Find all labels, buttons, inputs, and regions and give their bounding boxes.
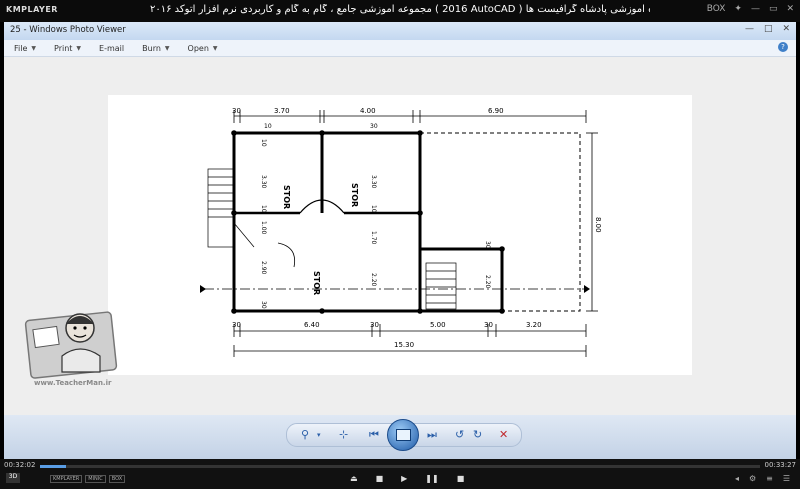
dim-label: 3.20 xyxy=(526,321,542,329)
dim-label: 30 xyxy=(370,123,378,130)
help-icon[interactable]: ? xyxy=(778,42,788,52)
teacherman-logo xyxy=(24,311,118,379)
equalizer-icon[interactable]: ≡ xyxy=(766,474,773,483)
restore-icon[interactable]: ▭ xyxy=(769,4,778,14)
dim-label: 2.20 xyxy=(370,273,377,287)
dim-label: 2.90 xyxy=(260,261,267,275)
kmplayer-logo: KMPLAYER xyxy=(6,5,58,14)
room-label: STOR xyxy=(282,185,291,209)
badge[interactable]: MINIC xyxy=(85,475,106,483)
menu-burn-label: Burn xyxy=(142,43,161,53)
photo-viewer-window: 25 - Windows Photo Viewer — □ ✕ File ▼ Pr… xyxy=(4,22,796,459)
eject-icon[interactable]: ⏏ xyxy=(350,474,358,483)
photo-viewer-window-buttons: — □ ✕ xyxy=(745,24,790,34)
player-control-bar: 00:32:02 00:33:27 3D KMPLAYER MINIC BOX … xyxy=(0,459,800,489)
chevron-down-icon: ▼ xyxy=(76,44,82,52)
menu-burn[interactable]: Burn ▼ xyxy=(142,44,169,53)
dim-label: 5.00 xyxy=(430,321,446,329)
playlist-icon[interactable]: ☰ xyxy=(783,474,790,483)
dim-label: 3.70 xyxy=(274,107,290,115)
dim-label: 3.30 xyxy=(260,175,267,189)
actual-size-icon[interactable]: ⊹ xyxy=(339,428,348,441)
toolbar-button-group: ⚲ ▾ ⊹ ⏮ ⏭ ↺ ↻ ✕ xyxy=(286,419,522,451)
dim-label: 10 xyxy=(264,123,272,130)
pause-icon[interactable]: ❚❚ xyxy=(425,474,438,483)
next-icon[interactable]: ⏭ xyxy=(427,428,437,442)
chevron-down-icon: ▼ xyxy=(164,44,170,52)
photo-viewer-title: 25 - Windows Photo Viewer xyxy=(10,25,126,35)
menu-open-label: Open xyxy=(187,43,209,53)
menu-open[interactable]: Open ▼ xyxy=(188,44,218,53)
badge[interactable]: KMPLAYER xyxy=(50,475,83,483)
dim-label: 30 xyxy=(260,301,267,309)
dim-label: 30 xyxy=(484,321,493,329)
zoom-icon[interactable]: ⚲ xyxy=(301,428,309,441)
play-icon[interactable]: ▶ xyxy=(401,474,407,483)
overall-width-label: 15.30 xyxy=(394,341,414,349)
menu-file[interactable]: File ▼ xyxy=(14,44,36,53)
delete-icon[interactable]: ✕ xyxy=(499,428,508,441)
player-right-icons: ◂ ⚙ ≡ ☰ xyxy=(735,474,790,483)
overall-height-label: 8.00 xyxy=(594,217,602,233)
dim-label: 30 xyxy=(370,321,379,329)
maximize-icon[interactable]: □ xyxy=(764,24,773,34)
pin-icon[interactable]: ✦ xyxy=(734,4,742,14)
dim-label: 10 xyxy=(370,205,377,213)
settings-icon[interactable]: ⚙ xyxy=(749,474,756,483)
photo-viewer-titlebar: 25 - Windows Photo Viewer — □ ✕ xyxy=(4,22,796,40)
time-total: 00:33:27 xyxy=(764,461,796,469)
player-window-controls: BOX ✦ — ▭ ✕ xyxy=(707,4,794,14)
box-label[interactable]: BOX xyxy=(707,4,726,14)
seek-slider[interactable] xyxy=(40,465,760,468)
video-title: مجموعه آموزشی جامع ، گام به گام و کاربرد… xyxy=(150,4,650,15)
menu-print[interactable]: Print ▼ xyxy=(54,44,81,53)
badge[interactable]: BOX xyxy=(108,475,126,483)
slideshow-icon xyxy=(396,429,411,441)
previous-icon[interactable]: ⏮ xyxy=(369,428,379,442)
chevron-down-icon: ▼ xyxy=(212,44,218,52)
dim-label: 10 xyxy=(260,139,267,147)
minimize-icon[interactable]: — xyxy=(745,24,754,34)
volume-icon[interactable]: ◂ xyxy=(735,474,739,483)
player-badges: KMPLAYER MINIC BOX xyxy=(50,475,126,483)
stop-icon[interactable]: ■ xyxy=(376,474,384,483)
menu-print-label: Print xyxy=(54,43,73,53)
dim-label: 3.30 xyxy=(370,175,377,189)
time-elapsed: 00:32:02 xyxy=(4,461,36,469)
kmp-icon[interactable]: 3D xyxy=(6,473,20,483)
menu-email-label: E-mail xyxy=(99,43,125,53)
close-icon[interactable]: ✕ xyxy=(782,24,790,34)
dim-label: 4.00 xyxy=(360,107,376,115)
rotate-left-icon[interactable]: ↺ xyxy=(455,428,464,441)
menu-file-label: File xyxy=(14,43,28,53)
slideshow-button[interactable] xyxy=(387,419,419,451)
floor-plan-image: 30 3.70 10 4.00 30 6.90 STOR STOR STOR 3… xyxy=(108,95,692,375)
floor-plan-drawing: 30 3.70 10 4.00 30 6.90 STOR STOR STOR 3… xyxy=(200,107,602,357)
room-label: STOR xyxy=(350,183,359,207)
dim-label: 1.00 xyxy=(260,221,267,235)
room-label: STOR xyxy=(312,271,321,295)
watermark-url: www.TeacherMan.ir xyxy=(34,379,112,387)
seek-progress xyxy=(40,465,66,468)
dim-label: 1.70 xyxy=(370,231,377,245)
chevron-down-icon[interactable]: ▾ xyxy=(317,431,321,439)
dim-label: 6.90 xyxy=(488,107,504,115)
dim-label: 10 xyxy=(260,205,267,213)
dim-label: 2.20 xyxy=(484,275,491,289)
dim-label: 30 xyxy=(232,107,241,115)
menu-email[interactable]: E-mail xyxy=(99,44,124,53)
chevron-down-icon: ▼ xyxy=(31,44,37,52)
photo-viewer-menubar: File ▼ Print ▼ E-mail Burn ▼ Open ▼ xyxy=(4,40,796,57)
dim-label: 30 xyxy=(484,241,491,249)
dim-label: 30 xyxy=(232,321,241,329)
rotate-right-icon[interactable]: ↻ xyxy=(473,428,482,441)
close-icon[interactable]: ✕ xyxy=(786,4,794,14)
image-canvas: 30 3.70 10 4.00 30 6.90 STOR STOR STOR 3… xyxy=(4,57,796,415)
playback-controls: ⏏ ■ ▶ ❚❚ ■ xyxy=(350,474,464,483)
photo-viewer-toolbar: ⚲ ▾ ⊹ ⏮ ⏭ ↺ ↻ ✕ xyxy=(4,415,796,459)
minimize-icon[interactable]: — xyxy=(751,4,760,14)
stop-square-icon[interactable]: ■ xyxy=(457,474,465,483)
dim-label: 6.40 xyxy=(304,321,320,329)
player-title-bar: KMPLAYER مجموعه آموزشی جامع ، گام به گام… xyxy=(0,0,800,22)
